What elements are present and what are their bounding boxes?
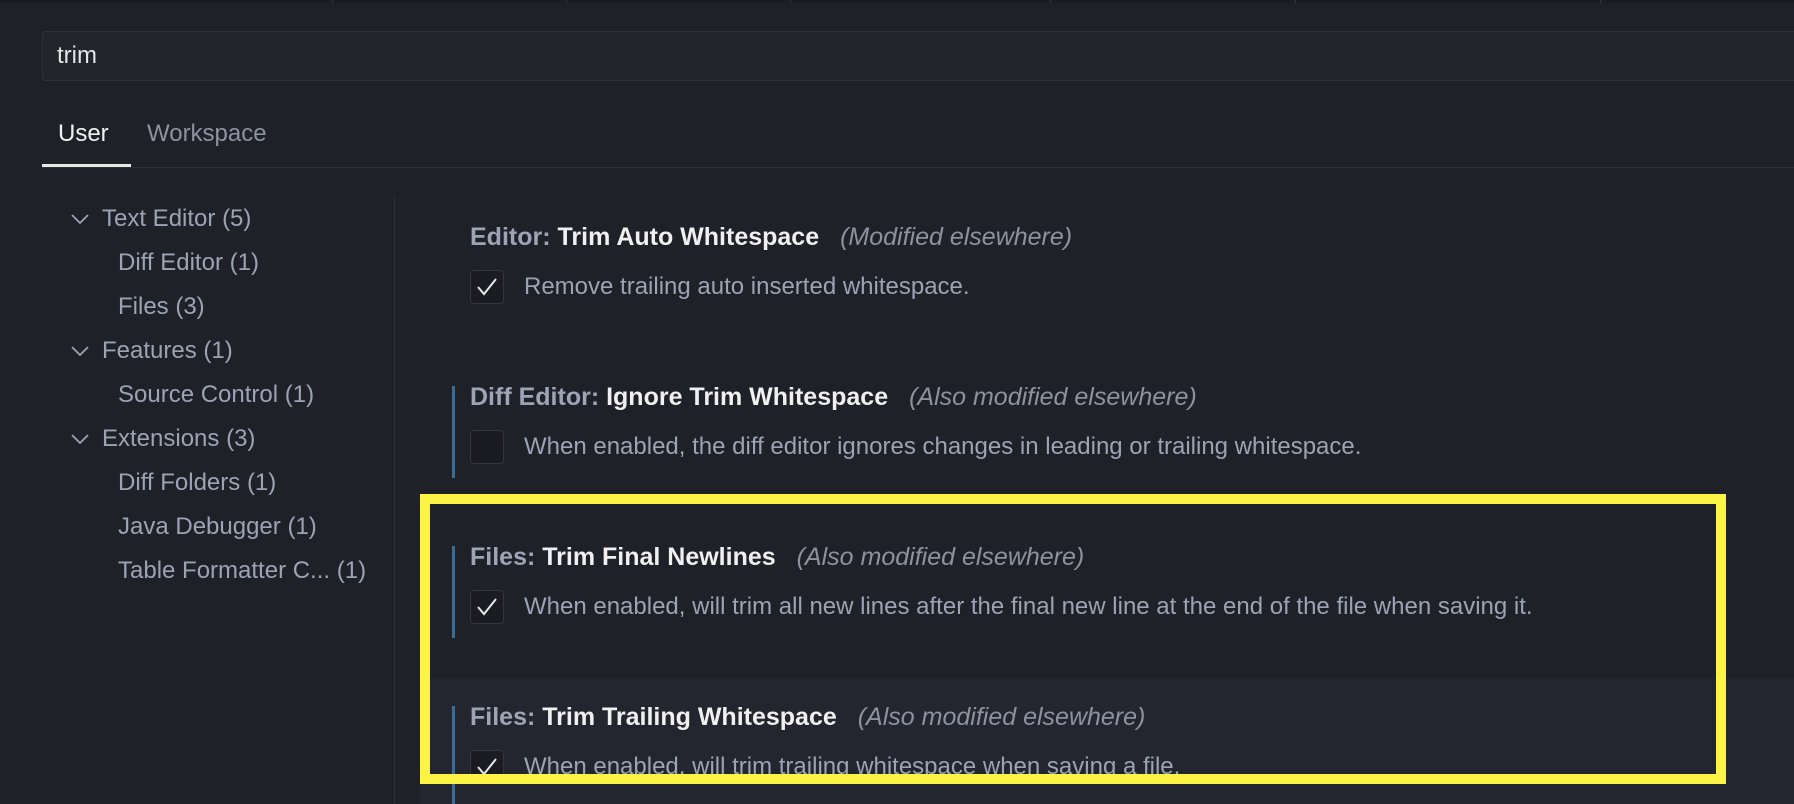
toc-item-table-formatter[interactable]: Table Formatter C... (1) [118, 555, 366, 587]
modified-indicator [452, 386, 455, 478]
toc-item-diff-editor[interactable]: Diff Editor (1) [118, 247, 259, 279]
settings-editor: User Workspace Text Editor (5) Diff Edit… [0, 0, 1794, 804]
setting-checkbox[interactable] [470, 750, 504, 784]
setting-title: Diff Editor: Ignore Trim Whitespace (Als… [470, 380, 1197, 414]
tab-workspace[interactable]: Workspace [147, 112, 267, 166]
setting-title: Files: Trim Final Newlines (Also modifie… [470, 540, 1084, 574]
setting-title: Files: Trim Trailing Whitespace (Also mo… [470, 700, 1145, 734]
setting-category: Diff Editor: [470, 383, 600, 411]
toc-label: Java Debugger [118, 513, 281, 540]
setting-checkbox[interactable] [470, 590, 504, 624]
modified-indicator [452, 706, 455, 804]
toc-label: Files [118, 293, 169, 320]
modified-indicator [452, 546, 455, 638]
check-icon [477, 598, 497, 616]
settings-search-input[interactable] [57, 32, 1657, 80]
setting-description: When enabled, will trim trailing whitesp… [524, 753, 1181, 780]
setting-row-hover [420, 678, 1794, 804]
settings-search-box [42, 31, 1794, 81]
tab-separator [1050, 0, 1051, 3]
check-icon [477, 758, 497, 776]
toc-item-files[interactable]: Files (3) [118, 291, 205, 323]
setting-category: Files: [470, 703, 536, 731]
check-icon [477, 278, 497, 296]
setting-modified-note[interactable]: (Modified elsewhere) [840, 223, 1072, 251]
setting-checkbox[interactable] [470, 270, 504, 304]
toc-count: (1) [287, 513, 317, 540]
toc-label: Source Control [118, 381, 279, 408]
toc-count: (3) [226, 425, 256, 452]
setting-modified-note[interactable]: (Also modified elsewhere) [858, 703, 1146, 731]
tab-separator [1295, 0, 1296, 3]
toc-count: (1) [203, 337, 233, 364]
chevron-down-icon[interactable] [69, 428, 91, 450]
toc-count: (1) [229, 249, 259, 276]
toc-label: Text Editor [102, 205, 216, 232]
toc-count: (1) [284, 381, 315, 408]
toc-item-java-debugger[interactable]: Java Debugger (1) [118, 511, 317, 543]
toc-label: Diff Editor [118, 249, 223, 276]
tab-user[interactable]: User [58, 112, 109, 166]
toc-item-diff-folders[interactable]: Diff Folders (1) [118, 467, 276, 499]
toc-count: (5) [222, 205, 252, 232]
tab-separator [790, 0, 791, 3]
chevron-down-icon[interactable] [69, 208, 91, 230]
toc-count: (3) [175, 293, 205, 320]
setting-description: Remove trailing auto inserted whitespace… [524, 273, 970, 300]
toc-divider [394, 196, 395, 804]
tab-separator [566, 0, 567, 3]
toc-label: Extensions [102, 425, 220, 452]
toc-item-extensions[interactable]: Extensions (3) [102, 423, 255, 455]
setting-checkbox[interactable] [470, 430, 504, 464]
tabs-divider [42, 167, 1794, 168]
setting-name: Trim Auto Whitespace [557, 223, 820, 251]
toc-label: Features [102, 337, 197, 364]
chevron-down-icon[interactable] [69, 340, 91, 362]
setting-title: Editor: Trim Auto Whitespace (Modified e… [470, 220, 1072, 254]
toc-label: Diff Folders [118, 469, 241, 496]
toc-item-source-control[interactable]: Source Control (1) [118, 379, 314, 411]
setting-category: Files: [470, 543, 536, 571]
editor-tab-strip [0, 0, 1794, 3]
toc-count: (1) [246, 469, 277, 496]
setting-name: Ignore Trim Whitespace [606, 383, 889, 411]
setting-modified-note[interactable]: (Also modified elsewhere) [909, 383, 1197, 411]
setting-modified-note[interactable]: (Also modified elsewhere) [797, 543, 1085, 571]
setting-description: When enabled, will trim all new lines af… [524, 593, 1533, 620]
setting-description: When enabled, the diff editor ignores ch… [524, 433, 1362, 460]
toc-item-text-editor[interactable]: Text Editor (5) [102, 203, 251, 235]
toc-count: (1) [336, 557, 367, 584]
tab-separator [332, 0, 333, 3]
setting-category: Editor: [470, 223, 551, 251]
tab-separator [1600, 0, 1601, 3]
toc-label: Table Formatter C... [118, 557, 331, 584]
toc-item-features[interactable]: Features (1) [102, 335, 233, 367]
setting-name: Trim Trailing Whitespace [542, 703, 837, 731]
setting-name: Trim Final Newlines [542, 543, 776, 571]
